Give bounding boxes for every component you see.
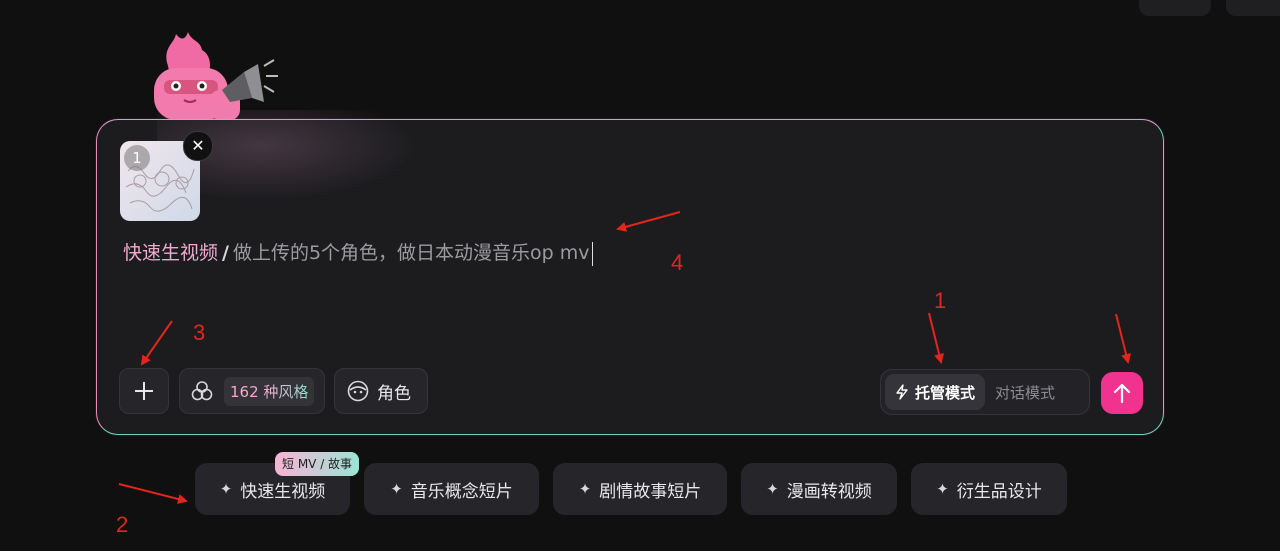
sparkle-icon: ✦ <box>390 480 403 498</box>
plus-icon <box>135 382 153 400</box>
managed-mode-label: 托管模式 <box>915 383 976 402</box>
character-button-label: 角色 <box>377 383 411 404</box>
add-attachment-button[interactable] <box>119 368 169 414</box>
style-count-chip: 162 种风格 <box>224 376 315 406</box>
annotation-number-3: 3 <box>193 320 206 345</box>
annotation-number-4: 4 <box>671 250 684 275</box>
top-toolbar-button[interactable] <box>1139 0 1211 16</box>
chat-mode-label: 对话模式 <box>995 383 1056 402</box>
managed-mode-tab[interactable]: 托管模式 <box>885 374 986 410</box>
prompt-input[interactable]: 快速生视频 / 做上传的5个角色，做日本动漫音乐op mv <box>123 240 593 266</box>
preset-label: 剧情故事短片 <box>599 481 702 502</box>
chat-mode-tab[interactable]: 对话模式 <box>985 374 1065 410</box>
text-caret <box>591 241 593 266</box>
sparkle-icon: ✦ <box>936 480 949 498</box>
preset-label: 快速生视频 <box>240 481 326 502</box>
style-count: 162 <box>230 382 259 401</box>
preset-label: 衍生品设计 <box>956 481 1042 502</box>
top-toolbar-button[interactable] <box>1226 0 1280 16</box>
style-picker-button[interactable]: 162 种风格 <box>179 368 325 414</box>
style-palette-icon <box>191 381 213 401</box>
prompt-mode-tag[interactable]: 快速生视频 <box>123 242 218 264</box>
attachment-index-badge: 1 <box>124 145 150 171</box>
prompt-separator: / <box>222 242 229 264</box>
sparkle-icon: ✦ <box>219 480 233 498</box>
prompt-text[interactable]: 做上传的5个角色，做日本动漫音乐op mv <box>233 242 590 264</box>
preset-story-short[interactable]: ✦ 剧情故事短片 <box>553 463 727 515</box>
preset-label: 漫画转视频 <box>786 481 872 502</box>
preset-merch-design[interactable]: ✦ 衍生品设计 <box>911 463 1067 515</box>
remove-attachment-close-icon[interactable]: ✕ <box>183 131 213 161</box>
face-icon <box>347 380 369 402</box>
annotation-number-1: 1 <box>934 288 947 313</box>
preset-badge: 短 MV / 故事 <box>275 452 360 476</box>
send-button[interactable] <box>1101 372 1143 414</box>
sparkle-icon: ✦ <box>766 480 779 498</box>
preset-label: 音乐概念短片 <box>410 481 513 502</box>
style-count-label: 种风格 <box>263 382 309 401</box>
preset-music-concept[interactable]: ✦ 音乐概念短片 <box>364 463 539 515</box>
character-picker-button[interactable]: 角色 <box>334 368 428 414</box>
prompt-composer: 1 ✕ 快速生视频 / 做上传的5个角色，做日本动漫音乐op mv 162 种风格 … <box>96 110 1164 435</box>
lightning-icon <box>896 384 908 400</box>
mascot-illustration <box>154 32 278 120</box>
annotation-number-2: 2 <box>116 512 129 537</box>
arrow-up-icon <box>1113 383 1131 404</box>
preset-comic-to-video[interactable]: ✦ 漫画转视频 <box>741 463 897 515</box>
sparkle-icon: ✦ <box>578 480 592 498</box>
mode-switch: 托管模式 对话模式 <box>880 369 1090 415</box>
